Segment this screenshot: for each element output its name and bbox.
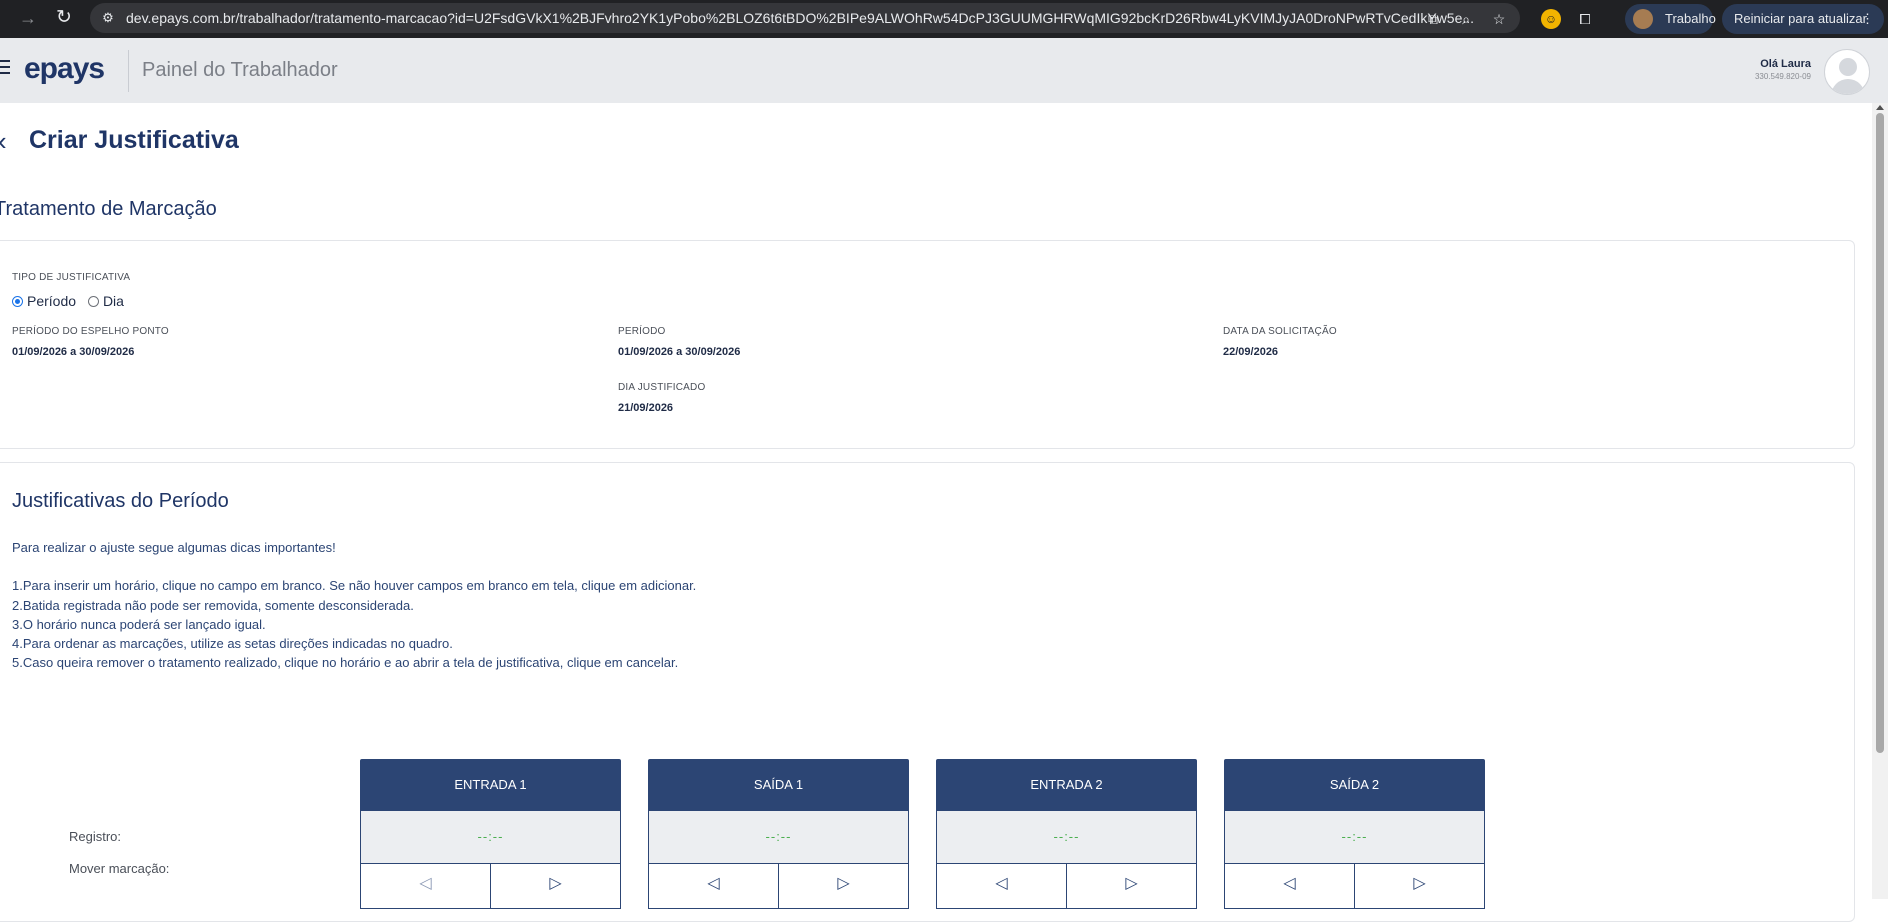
registro-cell[interactable]: --:-- — [1224, 811, 1485, 863]
registro-cell[interactable]: --:-- — [648, 811, 909, 863]
marcacao-column-entrada-2: ENTRADA 2 --:-- ◁ ▷ — [936, 759, 1197, 909]
section-title: Tratamento de Marcação — [0, 198, 217, 220]
radio-dia-label[interactable]: Dia — [103, 293, 124, 309]
forward-icon[interactable]: → — [14, 4, 42, 32]
user-cpf: 330.549.820-09 — [1754, 72, 1811, 81]
profile-avatar-icon — [1633, 9, 1653, 29]
greeting-text: Olá Laura — [1760, 58, 1811, 70]
move-right-icon[interactable]: ▷ — [491, 864, 620, 908]
user-greeting: Olá Laura 330.549.820-09 — [1755, 58, 1811, 81]
page-scrollbar[interactable] — [1872, 103, 1888, 899]
move-arrows: ◁ ▷ — [936, 863, 1197, 909]
move-arrows: ◁ ▷ — [1224, 863, 1485, 909]
update-label: Reiniciar para atualizar — [1734, 11, 1867, 26]
tipo-justificativa-label: TIPO DE JUSTIFICATIVA — [12, 272, 131, 283]
tipo-justificativa-radio-group: Período Dia — [12, 293, 132, 311]
header-divider — [128, 50, 129, 92]
bookmark-star-icon[interactable]: ☆ — [1489, 9, 1509, 29]
move-left-icon[interactable]: ◁ — [649, 864, 779, 908]
scrollbar-thumb[interactable] — [1876, 113, 1884, 753]
menu-dots-icon: ⋮ — [1861, 11, 1874, 26]
periodo-espelho-value: 01/09/2026 a 30/09/2026 — [12, 346, 135, 358]
column-header: ENTRADA 1 — [360, 759, 621, 811]
update-button[interactable]: Reiniciar para atualizar ⋮ — [1722, 4, 1884, 34]
marcacao-column-entrada-1: ENTRADA 1 --:-- ◁ ▷ — [360, 759, 621, 909]
registro-row-label: Registro: — [69, 829, 122, 844]
justificativas-title: Justificativas do Período — [12, 490, 229, 512]
avatar-body-shape — [1831, 79, 1865, 94]
tip-item: 4.Para ordenar as marcações, utilize as … — [12, 636, 453, 652]
radio-periodo-label[interactable]: Período — [27, 293, 76, 309]
justificativas-card — [0, 462, 1855, 922]
move-right-icon[interactable]: ▷ — [1067, 864, 1196, 908]
periodo-espelho-label: PERÍODO DO ESPELHO PONTO — [12, 326, 169, 337]
move-left-icon[interactable]: ◁ — [937, 864, 1067, 908]
radio-unchecked-icon[interactable] — [87, 295, 99, 307]
registro-cell[interactable]: --:-- — [360, 811, 621, 863]
url-text[interactable]: dev.epays.com.br/trabalhador/tratamento-… — [126, 3, 1496, 33]
epays-logo[interactable]: epays — [24, 52, 105, 86]
tips-spacer — [12, 557, 696, 576]
address-bar[interactable]: ⚙ dev.epays.com.br/trabalhador/tratament… — [90, 3, 1520, 33]
tip-item: 5.Caso queira remover o tratamento reali… — [12, 655, 679, 671]
dia-justificado-value: 21/09/2026 — [618, 402, 674, 414]
periodo-value: 01/09/2026 a 30/09/2026 — [618, 346, 741, 358]
profile-label: Trabalho — [1665, 11, 1716, 26]
marcacao-column-saida-2: SAÍDA 2 --:-- ◁ ▷ — [1224, 759, 1485, 909]
data-solicitacao-value: 22/09/2026 — [1223, 346, 1279, 358]
site-info-icon[interactable]: ⚙ — [99, 9, 117, 27]
extensions-puzzle-icon[interactable]: ⧠ — [1575, 9, 1595, 29]
move-left-icon[interactable]: ◁ — [1225, 864, 1355, 908]
justification-info-card — [0, 240, 1855, 449]
move-right-icon[interactable]: ▷ — [1355, 864, 1484, 908]
avatar-head-shape — [1839, 58, 1857, 76]
radio-dia[interactable]: Dia — [87, 293, 124, 309]
periodo-label: PERÍODO — [618, 326, 666, 337]
move-arrows: ◁ ▷ — [360, 863, 621, 909]
radio-periodo[interactable]: Período — [12, 293, 76, 309]
tip-item: 1.Para inserir um horário, clique no cam… — [12, 578, 697, 594]
user-avatar[interactable] — [1824, 49, 1870, 95]
tip-item: 2.Batida registrada não pode ser removid… — [12, 597, 414, 613]
reload-icon[interactable]: ↻ — [50, 4, 78, 32]
page-title: Criar Justificativa — [29, 126, 239, 154]
column-header: SAÍDA 1 — [648, 759, 909, 811]
move-right-icon[interactable]: ▷ — [779, 864, 908, 908]
zoom-icon[interactable]: ⌕ — [1456, 9, 1476, 29]
marcacao-column-saida-1: SAÍDA 1 --:-- ◁ ▷ — [648, 759, 909, 909]
tips-intro: Para realizar o ajuste segue algumas dic… — [12, 540, 336, 555]
tips-block: Para realizar o ajuste segue algumas dic… — [12, 538, 696, 673]
column-header: ENTRADA 2 — [936, 759, 1197, 811]
registro-cell[interactable]: --:-- — [936, 811, 1197, 863]
install-app-icon[interactable]: ⧉ — [1423, 9, 1443, 29]
back-chevron-icon[interactable]: ‹ — [0, 128, 18, 154]
move-left-icon[interactable]: ◁ — [361, 864, 491, 908]
app-header: epays Painel do Trabalhador Olá Laura 33… — [0, 38, 1888, 103]
browser-toolbar: → ↻ ⚙ dev.epays.com.br/trabalhador/trata… — [0, 0, 1888, 38]
dia-justificado-label: DIA JUSTIFICADO — [618, 382, 706, 393]
scroll-up-icon[interactable] — [1876, 105, 1884, 110]
radio-checked-icon[interactable] — [12, 295, 23, 307]
header-title: Painel do Trabalhador — [142, 59, 338, 81]
data-solicitacao-label: DATA DA SOLICITAÇÃO — [1223, 326, 1337, 337]
profile-chip[interactable]: Trabalho — [1625, 4, 1716, 34]
extension-emoji-icon[interactable]: ☺ — [1541, 9, 1561, 29]
mover-marcacao-row-label: Mover marcação: — [69, 861, 170, 876]
column-header: SAÍDA 2 — [1224, 759, 1485, 811]
hamburger-menu-icon[interactable] — [0, 60, 12, 78]
move-arrows: ◁ ▷ — [648, 863, 909, 909]
tip-item: 3.O horário nunca poderá ser lançado igu… — [12, 616, 266, 632]
